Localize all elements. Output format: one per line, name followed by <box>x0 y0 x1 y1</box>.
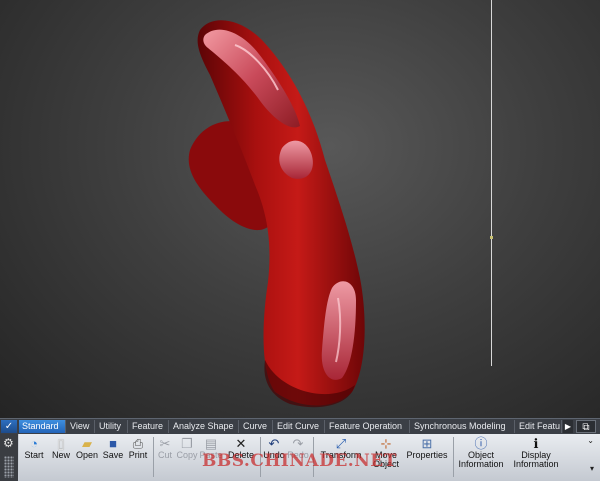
watermark: BBS.CHINADE.NET <box>202 451 397 471</box>
gear-icon[interactable]: ⚙ <box>3 437 15 449</box>
copy-icon: ❐ <box>181 436 193 451</box>
tab-edit-feature[interactable]: Edit Featu <box>516 420 562 433</box>
view-triad-axis-line <box>491 0 492 366</box>
chevron-down-icon[interactable]: ⌄ <box>587 436 594 445</box>
graphics-viewport[interactable] <box>0 0 600 418</box>
properties-icon: ⊞ <box>421 436 433 451</box>
print-icon: ⎙ <box>132 436 144 451</box>
tab-curve[interactable]: Curve <box>240 420 273 433</box>
tab-analyze-shape[interactable]: Analyze Shape <box>170 420 239 433</box>
grip-dots-icon[interactable] <box>4 456 14 478</box>
move-object-icon: ⊹ <box>380 436 392 451</box>
separator <box>453 437 454 477</box>
app-logo-icon[interactable]: ✓ <box>1 420 17 433</box>
tab-utility[interactable]: Utility <box>96 420 128 433</box>
cut-icon: ✂ <box>159 436 171 451</box>
chevron-down-icon[interactable]: ▾ <box>590 464 594 473</box>
properties-button[interactable]: ⊞ Properties <box>405 436 449 460</box>
tab-synchronous-modeling[interactable]: Synchronous Modeling <box>411 420 515 433</box>
open-folder-icon: ▰ <box>82 436 92 451</box>
object-information-button[interactable]: ⓘ Object Information <box>455 436 507 469</box>
new-file-icon: ▯ <box>57 436 65 451</box>
tab-feature-operation[interactable]: Feature Operation <box>326 420 410 433</box>
tab-standard[interactable]: Standard <box>19 420 66 433</box>
save-button[interactable]: ■ Save <box>101 436 125 460</box>
object-information-icon: ⓘ <box>474 436 488 451</box>
undo-icon: ↶ <box>268 436 280 451</box>
save-icon: ■ <box>109 436 117 451</box>
start-icon: ◔ <box>30 436 38 451</box>
tab-edit-curve[interactable]: Edit Curve <box>274 420 325 433</box>
display-information-icon: ℹ <box>533 436 539 451</box>
transform-icon: ⤢ <box>335 436 347 451</box>
open-button[interactable]: ▰ Open <box>74 436 100 460</box>
ribbon-toolbar: ✓ Standard View Utility Feature Analyze … <box>0 418 600 481</box>
start-button[interactable]: ◔ Start <box>21 436 47 460</box>
tab-scroll-right-icon[interactable]: ▶ <box>563 420 573 433</box>
ribbon-tab-bar: ✓ Standard View Utility Feature Analyze … <box>0 419 600 434</box>
separator <box>153 437 154 477</box>
redo-icon: ↷ <box>292 436 304 451</box>
display-information-button[interactable]: ℹ Display Information <box>509 436 563 469</box>
tab-view[interactable]: View <box>67 420 95 433</box>
cut-button[interactable]: ✂ Cut <box>155 436 175 460</box>
delete-icon: ✕ <box>235 436 247 451</box>
ribbon-restore-icon[interactable]: ⧉ <box>576 420 596 433</box>
ribbon-side-grip: ⚙ <box>0 434 18 481</box>
3d-model-red-handle <box>188 20 365 408</box>
axis-marker <box>490 236 493 239</box>
paste-icon: ▤ <box>204 436 218 451</box>
new-button[interactable]: ▯ New <box>49 436 73 460</box>
copy-button[interactable]: ❐ Copy <box>176 436 198 460</box>
tab-feature[interactable]: Feature <box>129 420 169 433</box>
print-button[interactable]: ⎙ Print <box>126 436 150 460</box>
